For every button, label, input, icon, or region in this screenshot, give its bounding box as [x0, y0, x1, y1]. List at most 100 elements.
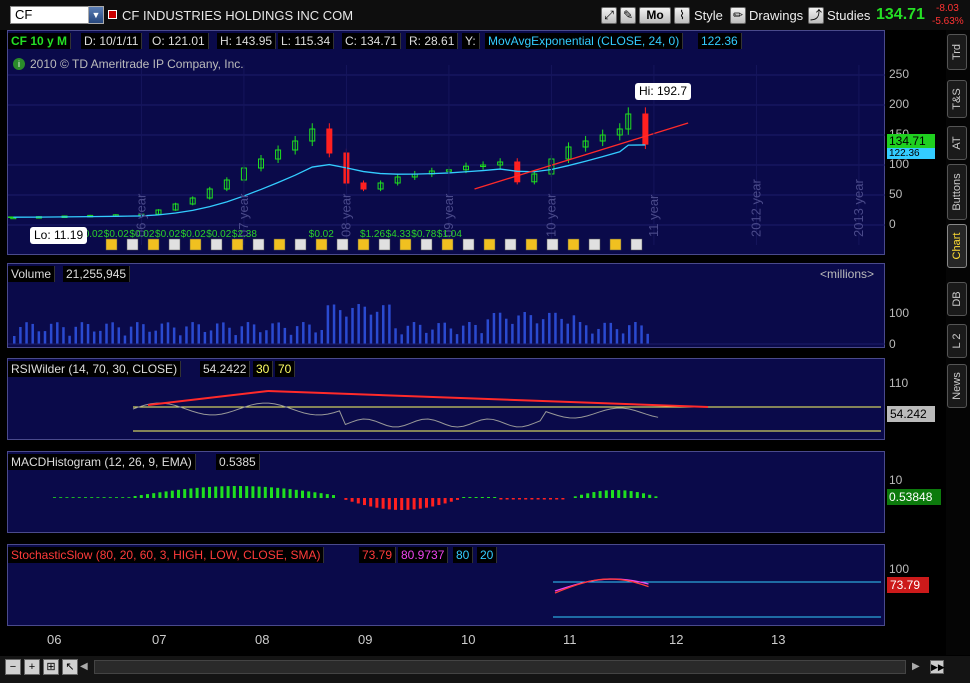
stochastic-label[interactable]: StochasticSlow (80, 20, 60, 3, HIGH, LOW…: [8, 547, 325, 563]
tab-buttons[interactable]: Buttons: [947, 164, 967, 220]
macd-histogram-bar: [71, 497, 75, 498]
stochastic-panel[interactable]: StochasticSlow (80, 20, 60, 3, HIGH, LOW…: [7, 544, 885, 626]
volume-bar: [431, 329, 434, 344]
volume-bar: [418, 324, 422, 344]
volume-bar: [443, 322, 446, 344]
macd-histogram-bar: [629, 491, 633, 498]
tab-news[interactable]: News: [947, 364, 967, 408]
drawing-tool-icon[interactable]: ⤢: [601, 7, 617, 24]
time-axis-label: 06: [47, 632, 62, 647]
volume-value: 21,255,945: [63, 266, 131, 282]
macd-histogram-bar: [59, 497, 63, 498]
rsi-scale[interactable]: 110 54.242: [885, 358, 942, 440]
volume-bar: [37, 331, 41, 344]
event-icon: [147, 238, 160, 251]
stochastic-scale[interactable]: 100 73.79: [885, 544, 942, 626]
volume-bar: [449, 328, 453, 344]
volume-label[interactable]: Volume: [8, 266, 56, 282]
zoom-in-icon[interactable]: +: [24, 659, 40, 675]
year-label: 10 year: [543, 193, 558, 237]
macd-histogram-bar: [642, 493, 645, 498]
macd-scale[interactable]: 10 0.53848: [885, 451, 942, 533]
volume-bar: [541, 319, 545, 344]
volume-bar: [628, 325, 631, 344]
macd-histogram-bar: [177, 489, 180, 498]
price-chart-panel[interactable]: 01 year06 year07 year08 year09 year10 ye…: [7, 30, 907, 255]
macd-histogram-bar: [301, 490, 304, 498]
macd-histogram-bar: [226, 486, 230, 498]
cursor-icon[interactable]: ↖: [62, 659, 78, 675]
dividend-label: $0.78: [411, 229, 436, 240]
trend-line: [474, 122, 689, 190]
studies-button[interactable]: Studies: [827, 8, 870, 23]
zoom-fit-icon[interactable]: ⊞: [43, 659, 59, 675]
macd-histogram-bar: [208, 486, 211, 498]
tab-level2[interactable]: L 2: [947, 324, 967, 358]
time-axis[interactable]: 06 07 08 09 10 11 12 13: [0, 626, 946, 654]
event-icon: [399, 238, 412, 251]
macd-histogram-bar: [96, 497, 100, 498]
event-icon: [357, 238, 370, 251]
tab-chart[interactable]: Chart: [947, 224, 967, 268]
dividend-label: $0.02: [309, 229, 334, 240]
event-icon: [483, 238, 496, 251]
macd-histogram-bar: [294, 489, 298, 498]
style-icon[interactable]: ⌇: [674, 7, 690, 24]
macd-histogram-bar: [276, 487, 280, 498]
event-icon: [420, 238, 433, 251]
volume-bar: [609, 322, 613, 344]
crosshair-icon[interactable]: ✎: [620, 7, 636, 24]
volume-scale[interactable]: 100 0: [885, 263, 942, 351]
fast-forward-icon[interactable]: ▶▶: [930, 660, 945, 674]
macd-histogram-bar: [462, 497, 466, 498]
macd-histogram-bar: [214, 486, 218, 498]
period-button[interactable]: Mo: [639, 7, 671, 24]
rsi-label[interactable]: RSIWilder (14, 70, 30, CLOSE): [8, 361, 182, 377]
year-label: 11 year: [646, 194, 661, 237]
rsi-panel[interactable]: RSIWilder (14, 70, 30, CLOSE) 54.2422 30…: [7, 358, 885, 440]
time-scrollbar[interactable]: [94, 660, 906, 674]
stochastic-level-20: 20: [477, 547, 498, 563]
macd-histogram-bar: [542, 498, 546, 500]
scroll-right-icon[interactable]: ▶: [912, 661, 924, 673]
drawings-button[interactable]: Drawings: [749, 8, 803, 23]
last-price: 134.71: [876, 6, 925, 23]
style-button[interactable]: Style: [694, 8, 723, 23]
studies-icon[interactable]: ⤴: [808, 7, 824, 24]
volume-bar: [548, 312, 551, 344]
volume-bar: [203, 331, 207, 344]
tab-trd[interactable]: Trd: [947, 34, 967, 70]
event-icon: [378, 238, 391, 251]
zoom-out-icon[interactable]: −: [5, 659, 21, 675]
volume-bar: [308, 324, 311, 344]
event-icon: [546, 238, 559, 251]
macd-panel[interactable]: MACDHistogram (12, 26, 9, EMA) 0.5385: [7, 451, 885, 533]
price-scale[interactable]: 250 200 150 100 50 0 134.71 122.36: [885, 30, 942, 255]
volume-bar: [129, 326, 133, 344]
volume-bar: [166, 322, 170, 344]
macd-histogram-bar: [437, 498, 441, 506]
time-axis-label: 07: [152, 632, 167, 647]
low-label: Lo: 11.19: [30, 227, 88, 244]
tab-time-and-sales[interactable]: T&S: [947, 80, 967, 118]
tab-db[interactable]: DB: [947, 282, 967, 316]
volume-bar: [634, 322, 637, 344]
drawings-icon[interactable]: ✏: [730, 7, 746, 24]
aggregation-label[interactable]: CF 10 y M: [8, 33, 72, 49]
info-icon[interactable]: i: [13, 58, 25, 70]
volume-bar: [154, 330, 157, 344]
volume-panel[interactable]: Volume 21,255,945 <millions>: [7, 263, 886, 348]
volume-bar: [437, 323, 440, 344]
scroll-left-icon[interactable]: ◀: [80, 661, 92, 673]
macd-histogram-bar: [133, 496, 137, 498]
tab-at[interactable]: AT: [947, 126, 967, 160]
macd-histogram-bar: [257, 486, 261, 498]
macd-histogram-bar: [201, 487, 205, 498]
rsi-tag: 54.242: [887, 406, 935, 422]
price-scale-label: 100: [889, 157, 910, 171]
macd-histogram-bar: [307, 491, 311, 498]
volume-bar: [572, 315, 576, 344]
study-label-ema[interactable]: MovAvgExponential (CLOSE, 24, 0): [485, 33, 684, 49]
symbol-dropdown-button[interactable]: ▼: [88, 6, 104, 24]
macd-label[interactable]: MACDHistogram (12, 26, 9, EMA): [8, 454, 196, 470]
